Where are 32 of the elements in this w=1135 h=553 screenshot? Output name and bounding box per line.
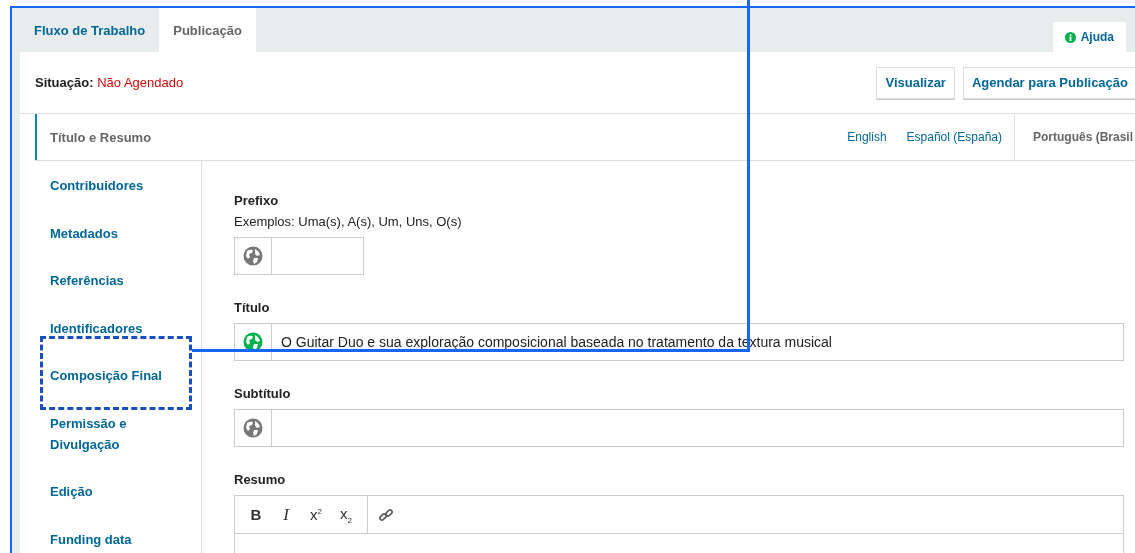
tab[interactable]: Publicação [159,8,256,52]
action-button[interactable]: Visualizar [876,66,955,99]
rich-text-editor[interactable]: B I x$^{2}$ x$_{2}$ [234,495,1124,553]
language-tab[interactable]: English [837,114,897,160]
text-field[interactable] [234,409,1124,447]
sidebar-item[interactable]: Referências [35,257,185,305]
format-button[interactable]: I [271,499,301,530]
status-text: Situação: Não Agendado [35,75,184,90]
sidebar-item[interactable]: Permissão e Divulgação [35,399,185,468]
language-tab[interactable]: Português (Brasil [1013,114,1135,160]
action-button[interactable]: Agendar para Publicação [962,66,1135,99]
sidebar-item[interactable]: Contribuidores [35,162,185,210]
link-icon [378,506,394,523]
prefix-field[interactable] [234,237,364,275]
sidebar-item[interactable]: Composição Final [35,352,185,400]
field-label: Resumo [234,471,286,489]
format-button[interactable]: x$^{2}$ [301,499,331,530]
field-description: Exemplos: Uma(s), A(s), Um, Uns, O(s) [234,213,462,231]
sidebar-item[interactable]: Identificadores [35,304,185,352]
field-label: Título [234,299,270,317]
sidebar-item[interactable]: Edição [35,468,185,516]
tab[interactable]: Fluxo de Trabalho [20,8,160,52]
info-icon [1064,31,1076,43]
help-button[interactable]: Ajuda [1052,22,1126,52]
link-button[interactable] [376,506,396,523]
language-tab[interactable]: Español (España) [896,114,1012,160]
sidebar-item[interactable]: Funding data [35,515,185,553]
format-button[interactable]: x$_{2}$ [331,499,361,530]
field-label: Prefixo [234,192,279,210]
sidebar-item[interactable]: Metadados [35,209,185,257]
format-button[interactable]: B [241,499,271,530]
field-label: Subtítulo [234,385,291,403]
